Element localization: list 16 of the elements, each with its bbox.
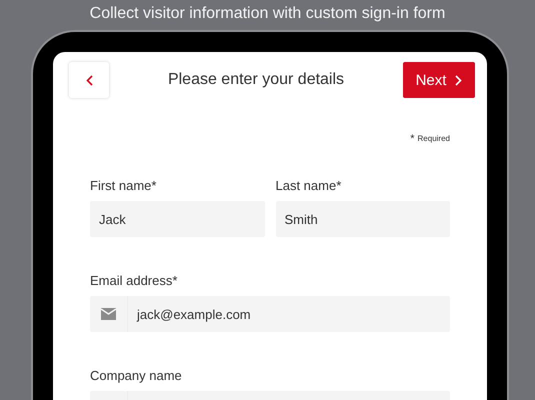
mail-icon (101, 308, 116, 320)
next-button[interactable]: Next (403, 62, 475, 98)
input-field[interactable]: Jack (90, 201, 264, 237)
field-label: Email address* (90, 273, 178, 288)
chevron-left-icon (86, 74, 92, 86)
required-mark: * (410, 134, 415, 144)
chevron-right-icon (455, 74, 462, 86)
field-label: Last name* (276, 178, 342, 193)
required-note: Required (418, 134, 450, 144)
field-label: Company name (90, 368, 183, 383)
field-label: First name* (90, 178, 158, 193)
input-field[interactable]: jack@example.com (90, 296, 450, 332)
page-title: Please enter your details (166, 71, 346, 89)
caption: Collect visitor information with custom sign-in form (88, 4, 446, 24)
input-field[interactable]: Smith (276, 201, 450, 237)
back-button[interactable] (69, 62, 109, 98)
